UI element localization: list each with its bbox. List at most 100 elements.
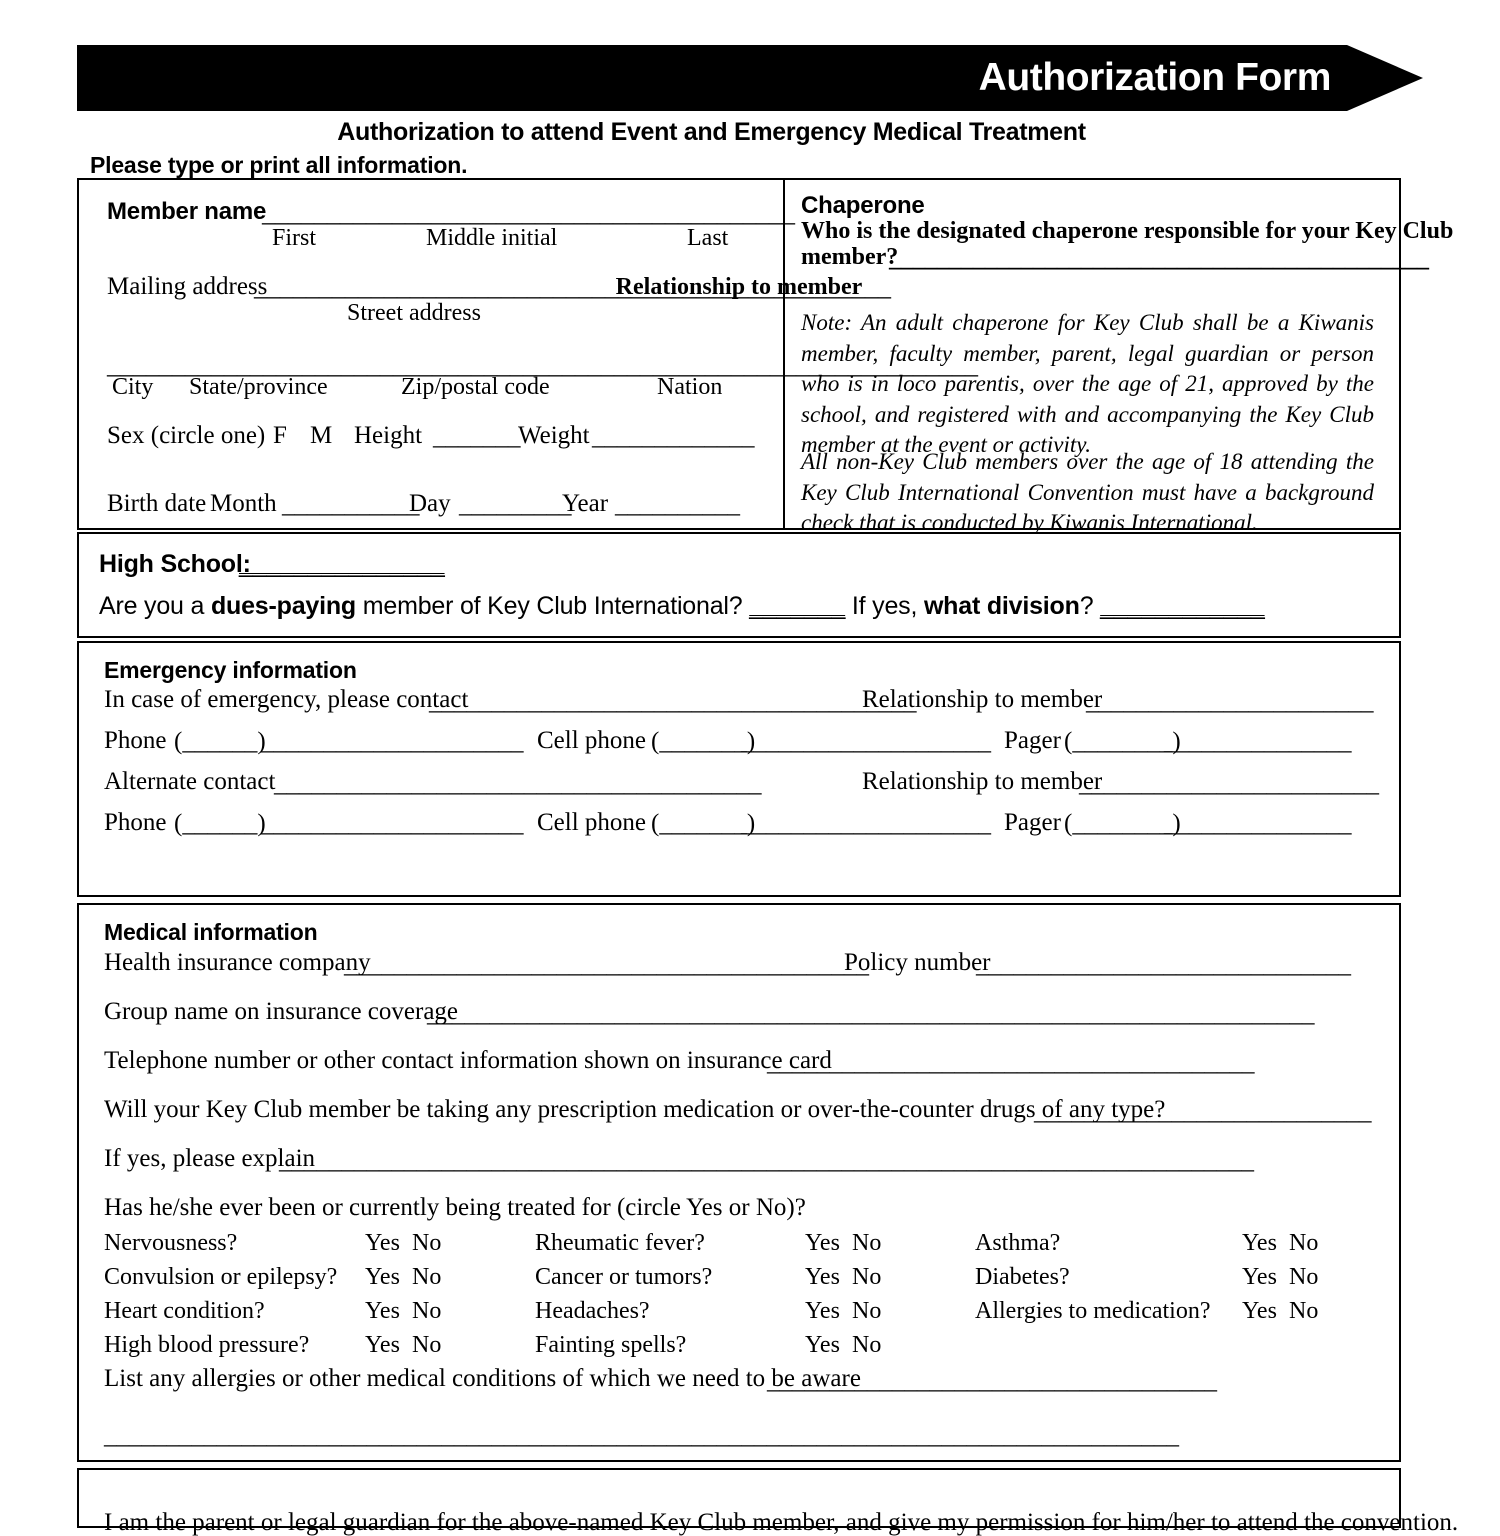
alternate-cell-areacode-input[interactable]: (_______): [651, 811, 755, 836]
condition-no-option[interactable]: No: [852, 1332, 881, 1359]
group-name-input[interactable]: ________________________________________…: [427, 1001, 1315, 1026]
dues-text-3: If yes,: [845, 592, 924, 620]
emergency-relationship-input[interactable]: _______________________: [1086, 689, 1374, 714]
condition-yes-option[interactable]: Yes: [805, 1332, 840, 1359]
caption-city: City: [112, 374, 154, 400]
birth-month-input[interactable]: ___________: [282, 492, 420, 517]
caption-state-province: State/province: [189, 374, 328, 400]
condition-yes-option[interactable]: Yes: [805, 1298, 840, 1325]
high-school-label: High School:: [99, 550, 251, 578]
sex-option-female[interactable]: F: [273, 423, 287, 448]
header-banner: Authorization Form: [77, 45, 1423, 111]
chaperone-note-paragraph-2: All non-Key Club members over the age of…: [801, 449, 1374, 536]
group-name-label: Group name on insurance coverage: [104, 998, 459, 1025]
alternate-phone-number-input[interactable]: _____________________: [261, 811, 524, 836]
high-school-input[interactable]: _______________: [239, 550, 445, 579]
alternate-pager-number-input[interactable]: _______________: [1164, 811, 1352, 836]
sex-label: Sex (circle one): [107, 422, 266, 449]
alternate-contact-label: Alternate contact: [104, 768, 276, 795]
condition-label: Convulsion or epilepsy?: [104, 1264, 338, 1290]
birth-year-input[interactable]: __________: [615, 492, 740, 517]
consent-box: I am the parent or legal guardian for th…: [77, 1468, 1458, 1535]
emergency-cell-number-input[interactable]: ____________________: [741, 729, 991, 754]
emergency-contact-label: In case of emergency, please contact: [104, 686, 469, 713]
chaperone-note-paragraph: Note: An adult chaperone for Key Club sh…: [801, 310, 1374, 458]
prescription-answer-input[interactable]: ___________________________: [1034, 1099, 1372, 1124]
high-school-box: High School: _______________ Are you a d…: [77, 532, 1401, 638]
condition-no-option[interactable]: No: [1289, 1230, 1318, 1257]
condition-label: Nervousness?: [104, 1230, 238, 1256]
condition-no-option[interactable]: No: [852, 1298, 881, 1325]
allergies-label: List any allergies or other medical cond…: [104, 1365, 861, 1392]
alternate-relationship-input[interactable]: ________________________: [1079, 771, 1379, 796]
condition-label: Cancer or tumors?: [535, 1264, 713, 1290]
birth-month-label: Month: [210, 490, 277, 517]
insurance-telephone-label: Telephone number or other contact inform…: [104, 1047, 832, 1074]
condition-no-option[interactable]: No: [852, 1264, 881, 1291]
birth-day-label: Day: [409, 490, 451, 517]
condition-no-option[interactable]: No: [412, 1264, 441, 1291]
emergency-phone-areacode-input[interactable]: (______): [174, 729, 266, 754]
instruction-text: Please type or print all information.: [90, 152, 468, 178]
allergies-input-line2[interactable]: ________________________________________…: [104, 1423, 1179, 1448]
explain-input[interactable]: ________________________________________…: [279, 1148, 1254, 1173]
condition-yes-option[interactable]: Yes: [365, 1264, 400, 1291]
division-input[interactable]: ____________: [1100, 592, 1265, 620]
chaperone-question-line2: member?: [801, 244, 899, 270]
page-subtitle: Authorization to attend Event and Emerge…: [337, 118, 1086, 146]
health-insurance-label: Health insurance company: [104, 949, 371, 976]
condition-no-option[interactable]: No: [852, 1230, 881, 1257]
alternate-cell-label: Cell phone: [537, 809, 647, 836]
insurance-telephone-input[interactable]: _______________________________________: [767, 1050, 1255, 1075]
condition-label: Diabetes?: [975, 1264, 1070, 1290]
member-chaperone-box: Member name ____________________________…: [77, 178, 1453, 535]
weight-input[interactable]: _____________: [592, 424, 755, 449]
emergency-pager-number-input[interactable]: _______________: [1164, 729, 1352, 754]
member-name-label: Member name: [107, 198, 267, 225]
condition-yes-option[interactable]: Yes: [365, 1298, 400, 1325]
sex-option-male[interactable]: M: [310, 423, 332, 448]
alternate-cell-number-input[interactable]: ____________________: [741, 811, 991, 836]
condition-yes-option[interactable]: Yes: [805, 1230, 840, 1257]
condition-label: Headaches?: [535, 1298, 650, 1324]
chaperone-name-input[interactable]: ________________________________________…: [889, 246, 1429, 273]
condition-no-option[interactable]: No: [1289, 1264, 1318, 1291]
alternate-pager-label: Pager: [1004, 809, 1061, 836]
health-insurance-input[interactable]: ________________________________________…: [344, 952, 869, 977]
condition-yes-option[interactable]: Yes: [1242, 1264, 1277, 1291]
condition-no-option[interactable]: No: [412, 1332, 441, 1359]
alternate-contact-input[interactable]: _______________________________________: [274, 771, 762, 796]
condition-label: Asthma?: [975, 1230, 1061, 1256]
condition-yes-option[interactable]: Yes: [365, 1332, 400, 1359]
condition-yes-option[interactable]: Yes: [805, 1264, 840, 1291]
caption-last: Last: [687, 225, 729, 251]
policy-number-label: Policy number: [844, 949, 991, 976]
dues-answer-input[interactable]: _______: [749, 592, 845, 620]
page-title: Authorization Form: [978, 56, 1332, 99]
alternate-phone-label: Phone: [104, 809, 167, 836]
authorization-form-page: Authorization Form Authorization to atte…: [0, 0, 1500, 1535]
banner-arrow-icon: [1347, 45, 1423, 111]
caption-first: First: [272, 225, 317, 251]
height-label: Height: [354, 422, 423, 449]
condition-no-option[interactable]: No: [412, 1230, 441, 1257]
height-input[interactable]: _______: [433, 424, 521, 449]
medical-information-box: Medical information Health insurance com…: [77, 903, 1401, 1462]
condition-no-option[interactable]: No: [1289, 1298, 1318, 1325]
emergency-cell-areacode-input[interactable]: (_______): [651, 729, 755, 754]
alternate-phone-areacode-input[interactable]: (______): [174, 811, 266, 836]
condition-yes-option[interactable]: Yes: [1242, 1298, 1277, 1325]
emergency-relationship-label: Relationship to member: [862, 686, 1103, 713]
condition-no-option[interactable]: No: [412, 1298, 441, 1325]
birth-day-input[interactable]: _________: [459, 492, 572, 517]
condition-label: High blood pressure?: [104, 1332, 310, 1358]
condition-yes-option[interactable]: Yes: [1242, 1230, 1277, 1257]
member-name-input[interactable]: ________________________________________…: [262, 200, 795, 226]
emergency-phone-number-input[interactable]: _____________________: [261, 729, 524, 754]
condition-yes-option[interactable]: Yes: [365, 1230, 400, 1257]
emergency-phone-label: Phone: [104, 727, 167, 754]
chaperone-heading: Chaperone: [801, 192, 925, 219]
policy-number-input[interactable]: ______________________________: [976, 952, 1351, 977]
emergency-contact-input[interactable]: _______________________________________: [429, 689, 917, 714]
allergies-input[interactable]: ____________________________________: [767, 1368, 1217, 1393]
